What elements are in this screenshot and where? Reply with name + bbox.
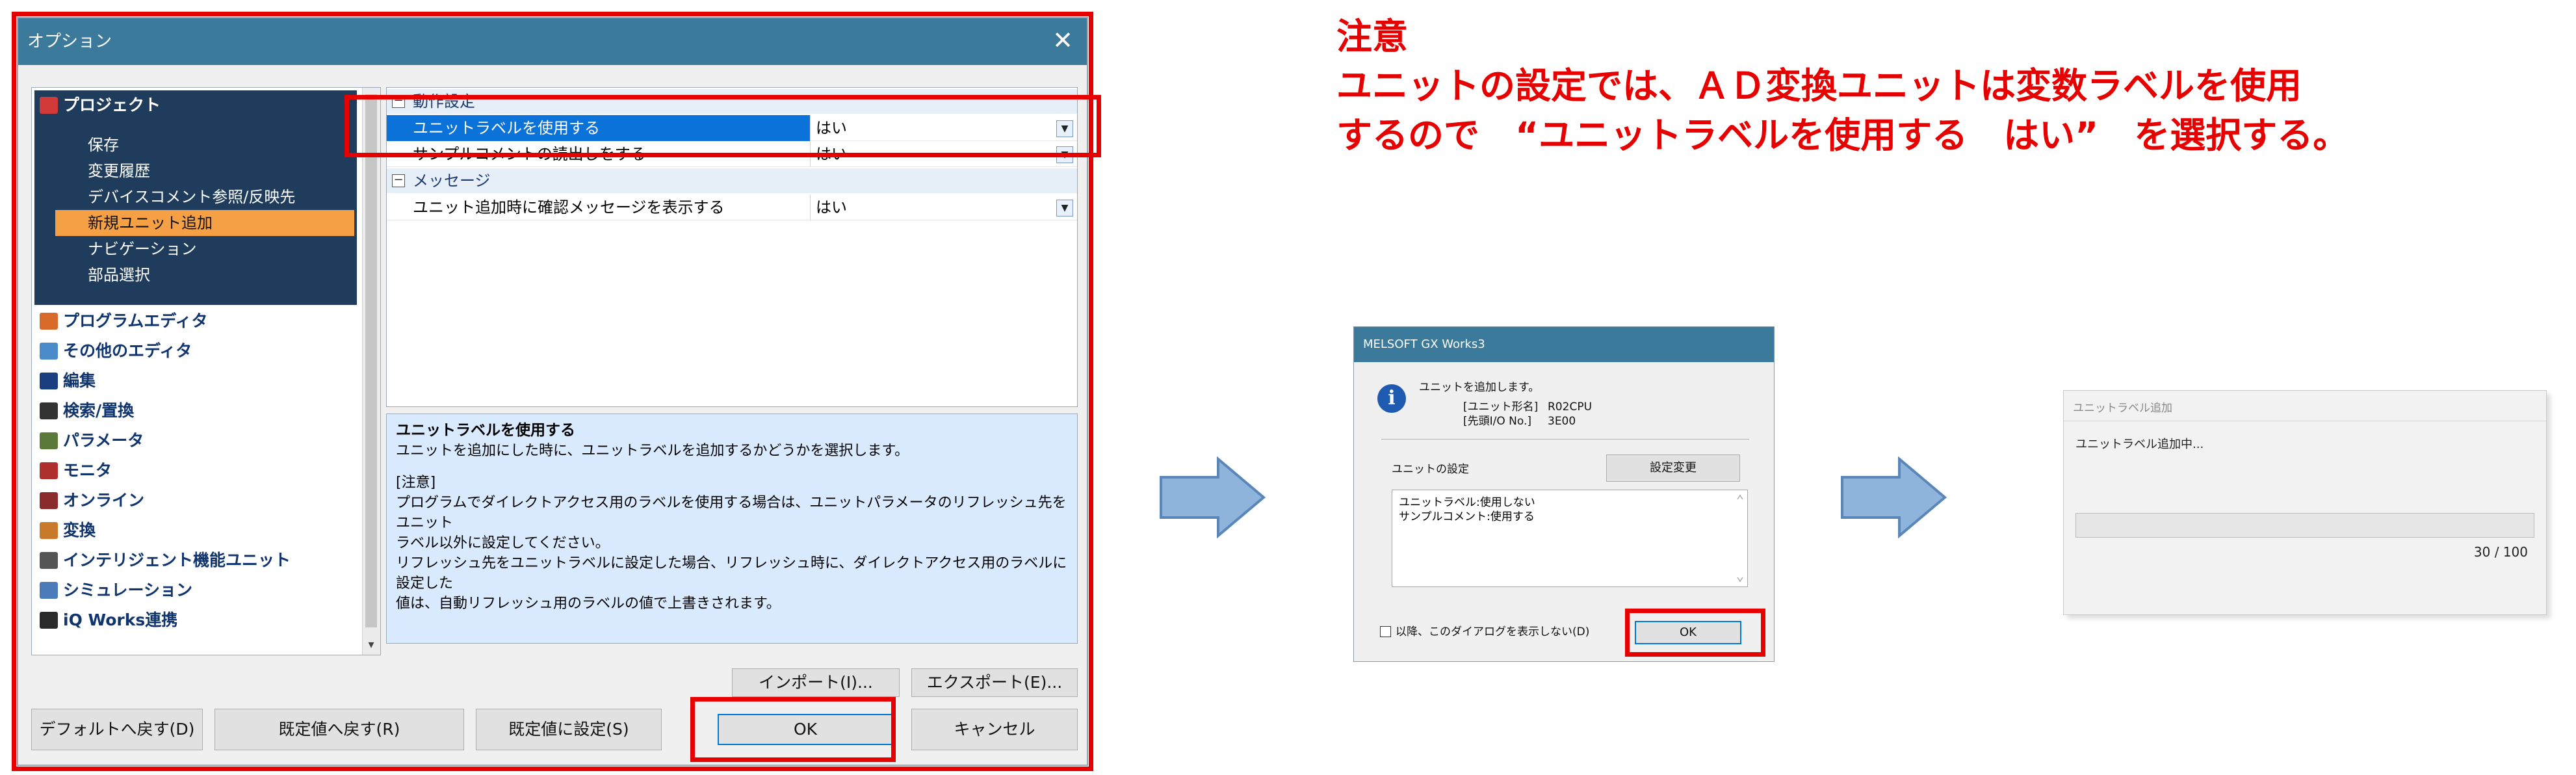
progress-bar	[2075, 513, 2534, 538]
progress-dialog: ユニットラベル追加 ユニットラベル追加中... 30 / 100	[2063, 390, 2547, 615]
unit-model-value: R02CPU	[1548, 401, 1593, 414]
change-settings-button[interactable]: 設定変更	[1606, 454, 1740, 482]
dont-show-label: 以降、このダイアログを表示しない(D)	[1396, 625, 1590, 638]
note-heading: 注意	[1336, 16, 1409, 57]
note-line: ユニットの設定では、ＡＤ変換ユニットは変数ラベルを使用	[1336, 65, 2302, 107]
summary-line: サンプルコメント:使用する	[1399, 510, 1535, 523]
info-icon: i	[1377, 384, 1406, 413]
summary-line: ユニットラベル:使用しない	[1399, 496, 1535, 509]
annotation-note: 注意 ユニットの設定では、ＡＤ変換ユニットは変数ラベルを使用 するので “ユニッ…	[1336, 12, 2571, 160]
dont-show-checkbox[interactable]	[1380, 626, 1391, 637]
unit-settings-label: ユニットの設定	[1392, 463, 1469, 476]
io-value: 3E00	[1548, 415, 1576, 428]
note-line: するので “ユニットラベルを使用する はい” を選択する。	[1336, 114, 2349, 156]
dialog-message: ユニットを追加します。	[1419, 381, 1540, 394]
arrow-right-icon	[1160, 456, 1266, 538]
highlight-frame-ok	[690, 697, 896, 762]
settings-summary-box: ユニットラベル:使用しない サンプルコメント:使用する	[1392, 490, 1748, 587]
highlight-frame-setting	[345, 95, 1101, 157]
progress-count: 30 / 100	[2473, 544, 2528, 560]
io-label: [先頭I/O No.]	[1463, 415, 1532, 428]
highlight-frame-ok	[1625, 609, 1765, 657]
scroll-arrows-icon[interactable]	[1734, 492, 1746, 585]
progress-message: ユニットラベル追加中...	[2075, 438, 2204, 451]
separator	[1381, 439, 1749, 440]
arrow-right-icon	[1841, 456, 1947, 538]
dialog-title: ユニットラベル追加	[2073, 402, 2172, 415]
dialog-title: MELSOFT GX Works3	[1354, 327, 1774, 362]
unit-model-label: [ユニット形名]	[1463, 401, 1539, 414]
progress-fill	[2076, 514, 2214, 537]
